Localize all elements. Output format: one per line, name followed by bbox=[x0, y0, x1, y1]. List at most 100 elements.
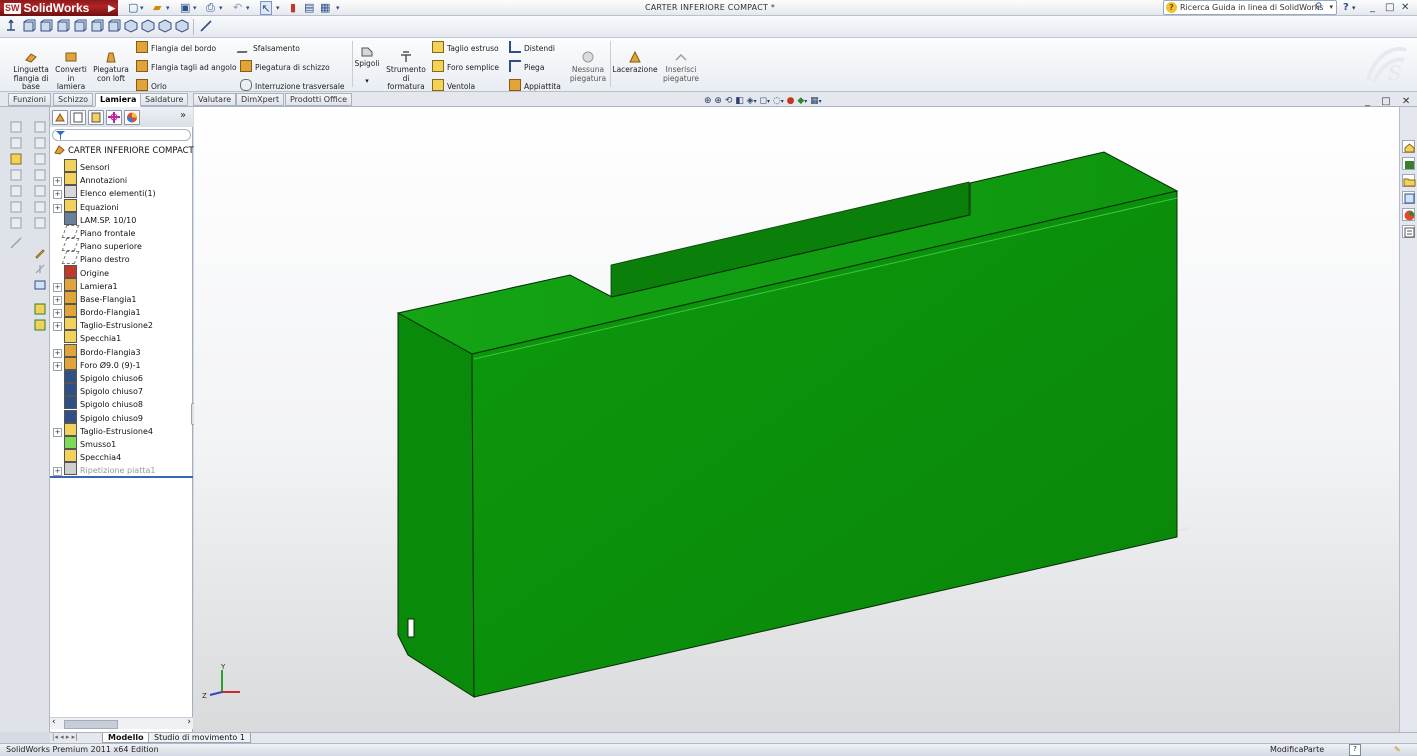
lofted-bend-button[interactable]: Piegatura con loft bbox=[91, 48, 131, 83]
tree-filter-input[interactable] bbox=[52, 129, 191, 141]
solidworks-resources-icon[interactable] bbox=[1402, 140, 1415, 153]
view-bottom-icon[interactable] bbox=[107, 19, 121, 33]
file-explorer-icon[interactable] bbox=[1402, 174, 1416, 187]
tree-item[interactable]: Piano destro bbox=[53, 251, 191, 265]
smart-dimension-icon[interactable] bbox=[10, 237, 22, 249]
display-manager-tab[interactable] bbox=[124, 110, 140, 125]
hem-button[interactable]: Orlo bbox=[136, 79, 236, 93]
help-button[interactable]: ? bbox=[1343, 0, 1349, 16]
hide-show-dropdown-icon[interactable]: ▾ bbox=[781, 98, 784, 105]
display-style-dropdown-icon[interactable]: ▾ bbox=[767, 98, 770, 105]
tree-item[interactable]: Smusso1 bbox=[53, 435, 191, 449]
tree-horizontal-scrollbar[interactable]: ‹ › bbox=[50, 717, 193, 729]
graphics-area[interactable]: Y Z bbox=[194, 107, 1399, 732]
minimize-button[interactable]: _ bbox=[1370, 0, 1375, 16]
part-model[interactable] bbox=[194, 107, 1399, 732]
view-orientation-dropdown-icon[interactable]: ▾ bbox=[754, 98, 757, 105]
tab-dimxpert[interactable]: DimXpert bbox=[236, 93, 285, 106]
corners-dropdown-icon[interactable]: ▾ bbox=[354, 77, 380, 86]
view-right-icon[interactable] bbox=[73, 19, 87, 33]
print-icon[interactable]: ⎙ bbox=[206, 1, 215, 15]
edge-flange-button[interactable]: Flangia del bordo bbox=[136, 41, 236, 55]
model-side-face[interactable] bbox=[397, 312, 475, 698]
sketch-tool-icon[interactable] bbox=[34, 185, 46, 197]
tree-item[interactable]: + Annotazioni bbox=[53, 172, 191, 187]
tab-saldature[interactable]: Saldature bbox=[140, 93, 189, 106]
rip-button[interactable]: Lacerazione bbox=[612, 48, 658, 75]
jog-button[interactable]: Sfalsamento bbox=[236, 41, 350, 55]
close-button[interactable]: ✕ bbox=[1401, 0, 1409, 16]
no-bends-button[interactable]: Nessuna piegatura bbox=[568, 48, 608, 83]
dimxpert-manager-tab[interactable] bbox=[106, 110, 122, 125]
rollback-bar[interactable] bbox=[50, 476, 193, 478]
insert-bends-button[interactable]: Inserisci piegature bbox=[660, 48, 702, 83]
property-manager-tab[interactable] bbox=[70, 110, 86, 125]
display-style-icon[interactable]: ◻ bbox=[759, 96, 766, 106]
select-dropdown-icon[interactable]: ▾ bbox=[276, 1, 280, 15]
sketch-tool-icon[interactable] bbox=[34, 153, 46, 165]
tree-item[interactable]: Spigolo chiuso9 bbox=[53, 409, 191, 423]
view-front-icon[interactable] bbox=[22, 19, 36, 33]
extruded-cut-button[interactable]: Taglio estruso bbox=[432, 41, 507, 55]
sketch-pencil-icon[interactable] bbox=[34, 247, 46, 259]
doc-restore-button[interactable]: □ bbox=[1381, 96, 1390, 107]
view-back-icon[interactable] bbox=[39, 19, 53, 33]
tab-scroll-icons[interactable]: |◂ ◂ ▸ ▸| bbox=[52, 733, 77, 741]
sketch-tool-icon[interactable] bbox=[10, 185, 22, 197]
forming-tool-button[interactable]: Strumento di formatura bbox=[384, 48, 428, 92]
tree-item[interactable]: Specchia1 bbox=[53, 330, 191, 344]
new-document-icon[interactable]: ▢ bbox=[128, 1, 138, 15]
view-iso-icon[interactable] bbox=[124, 19, 138, 33]
file-properties-icon[interactable]: ▤ bbox=[304, 1, 314, 15]
convert-sheetmetal-button[interactable]: Converti in lamiera bbox=[53, 48, 89, 92]
sketch-tool-icon[interactable] bbox=[10, 169, 22, 181]
cross-break-button[interactable]: Interruzione trasversale bbox=[240, 79, 350, 93]
maximize-button[interactable]: □ bbox=[1385, 0, 1394, 16]
fold-button[interactable]: Piega bbox=[509, 60, 569, 74]
tree-item[interactable]: Origine bbox=[53, 264, 191, 278]
options-icon[interactable]: ▦ bbox=[320, 1, 330, 15]
search-dropdown-icon[interactable]: ▾ bbox=[1329, 1, 1333, 14]
scene-dropdown-icon[interactable]: ▾ bbox=[804, 98, 807, 105]
unfold-button[interactable]: Distendi bbox=[509, 41, 569, 55]
tree-item[interactable]: + Taglio-Estrusione4 bbox=[53, 422, 191, 437]
sketch-tool-icon[interactable] bbox=[34, 201, 46, 213]
expand-icon[interactable]: + bbox=[53, 467, 62, 477]
design-library-icon[interactable] bbox=[1402, 157, 1415, 170]
sketch-tool-icon[interactable] bbox=[10, 217, 22, 229]
section-view-icon[interactable]: ◧ bbox=[735, 96, 744, 106]
tree-item[interactable]: Piano frontale bbox=[53, 224, 191, 238]
tree-item[interactable]: + Bordo-Flangia3 bbox=[53, 343, 191, 358]
save-dropdown-icon[interactable]: ▾ bbox=[193, 1, 197, 15]
tree-root-item[interactable]: CARTER INFERIORE COMPACT bbox=[54, 144, 194, 156]
base-flange-button[interactable]: Linguetta flangia di base bbox=[10, 48, 52, 92]
new-dropdown-icon[interactable]: ▾ bbox=[140, 1, 144, 15]
flatten-button[interactable]: Appiattita bbox=[509, 79, 569, 93]
search-icon[interactable]: ⚲ bbox=[1315, 1, 1322, 14]
rebuild-status-icon[interactable]: ✎ bbox=[1394, 744, 1401, 756]
sketch-tool-icon[interactable] bbox=[34, 121, 46, 133]
sheet-icon[interactable] bbox=[34, 303, 46, 315]
sketch-tool-icon[interactable] bbox=[34, 137, 46, 149]
undo-dropdown-icon[interactable]: ▾ bbox=[246, 1, 250, 15]
view-settings-icon[interactable]: ▦ bbox=[810, 96, 819, 106]
tree-item[interactable]: + Elenco elementi(1) bbox=[53, 185, 191, 200]
sketch-tool-icon[interactable] bbox=[10, 153, 22, 165]
help-dropdown-icon[interactable]: ▾ bbox=[1352, 0, 1356, 16]
tree-item[interactable]: + Bordo-Flangia1 bbox=[53, 304, 191, 319]
scroll-thumb[interactable] bbox=[64, 720, 118, 729]
sketch-tool-icon[interactable] bbox=[10, 201, 22, 213]
print-dropdown-icon[interactable]: ▾ bbox=[219, 1, 223, 15]
tab-lamiera[interactable]: Lamiera bbox=[95, 93, 142, 107]
tree-item[interactable]: + Ripetizione piatta1 bbox=[53, 462, 191, 477]
normal-to-icon[interactable] bbox=[4, 19, 18, 33]
select-icon[interactable]: ↖ bbox=[260, 1, 272, 15]
save-icon[interactable]: ▣ bbox=[180, 1, 190, 15]
custom-properties-icon[interactable] bbox=[1402, 225, 1415, 238]
edit-appearance-icon[interactable]: ● bbox=[787, 96, 795, 106]
feature-tree-tab[interactable] bbox=[52, 110, 68, 125]
vent-button[interactable]: Ventola bbox=[432, 79, 507, 93]
view-single-icon[interactable] bbox=[175, 19, 189, 33]
view-dimetric-icon[interactable] bbox=[158, 19, 172, 33]
sketch-tool-icon[interactable] bbox=[34, 169, 46, 181]
